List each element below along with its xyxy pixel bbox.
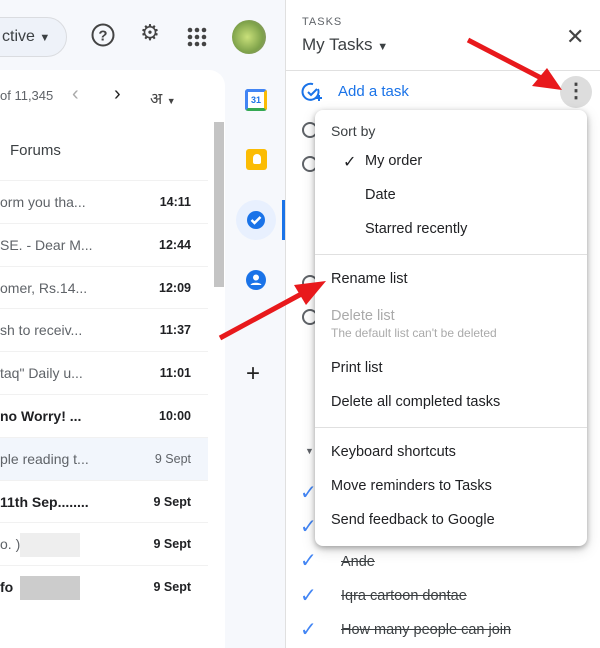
- email-row[interactable]: ple reading t... 9 Sept: [0, 436, 208, 480]
- more-options-icon[interactable]: ⋮: [560, 76, 592, 108]
- add-task-icon[interactable]: [301, 81, 323, 108]
- email-time: 9 Sept: [153, 537, 191, 552]
- sort-by-label: Sort by: [331, 123, 376, 139]
- completed-task[interactable]: Ande: [341, 554, 375, 570]
- email-snippet: orm you tha...: [0, 194, 86, 210]
- email-time: 14:11: [159, 195, 191, 209]
- email-snippet: o. ): [0, 536, 21, 553]
- help-icon[interactable]: ?: [88, 22, 118, 54]
- calendar-icon[interactable]: 31: [245, 89, 267, 111]
- caret-down-icon: ▼: [166, 96, 176, 106]
- caret-down-icon: ▼: [377, 41, 389, 53]
- email-row[interactable]: o. ) 9 Sept: [0, 522, 208, 565]
- email-time: 9 Sept: [153, 580, 191, 595]
- profile-avatar[interactable]: [232, 20, 266, 54]
- email-snippet: no Worry! ...: [0, 408, 82, 424]
- email-snippet: ple reading t...: [0, 450, 89, 467]
- svg-text:?: ?: [98, 28, 107, 45]
- prev-page-icon[interactable]: ‹: [72, 83, 79, 106]
- redacted-block: [20, 533, 80, 558]
- list-options-menu: Sort by ✓ My order Date Starred recently…: [315, 110, 587, 546]
- email-time: 9 Sept: [153, 494, 191, 509]
- gmail-pane: ctive ▼ ? ⚙ of 11,345 ‹ › अ ▼ Forums orm…: [0, 0, 266, 648]
- email-time: 9 Sept: [154, 451, 191, 466]
- email-time: 11:01: [159, 366, 191, 381]
- email-snippet: SE. - Dear M...: [0, 236, 93, 253]
- email-row[interactable]: omer, Rs.14... 12:09: [0, 265, 208, 309]
- email-snippet: omer, Rs.14...: [0, 279, 88, 296]
- list-selector[interactable]: My Tasks ▼: [302, 35, 388, 55]
- email-row[interactable]: fo 9 Sept: [0, 565, 208, 608]
- tasks-icon[interactable]: [236, 200, 276, 240]
- check-icon[interactable]: ✓: [300, 617, 317, 642]
- email-snippet: 11th Sep........: [0, 493, 89, 510]
- email-snippet: taq" Daily u...: [0, 365, 83, 382]
- scrollbar[interactable]: [214, 122, 224, 287]
- check-icon[interactable]: ✓: [300, 548, 317, 573]
- delete-list-note: The default list can't be deleted: [331, 326, 497, 340]
- email-time: 10:00: [159, 409, 191, 423]
- menu-item-delete-list: Delete list: [331, 308, 395, 324]
- menu-item-keyboard-shortcuts[interactable]: Keyboard shortcuts: [331, 444, 456, 460]
- menu-item-print-list[interactable]: Print list: [331, 360, 383, 376]
- settings-gear-icon[interactable]: ⚙: [135, 20, 165, 46]
- keep-icon[interactable]: [246, 149, 267, 170]
- email-row[interactable]: taq" Daily u... 11:01: [0, 351, 208, 394]
- redacted-block: [20, 576, 80, 601]
- menu-item-move-reminders[interactable]: Move reminders to Tasks: [331, 478, 492, 494]
- menu-item-rename-list[interactable]: Rename list: [331, 271, 408, 287]
- menu-item-starred-recently[interactable]: Starred recently: [365, 221, 467, 237]
- email-snippet: sh to receiv...: [0, 322, 83, 339]
- completed-task[interactable]: How many people can join: [341, 622, 511, 638]
- contacts-icon[interactable]: [246, 270, 266, 290]
- divider: [315, 254, 587, 255]
- email-time: 11:37: [159, 323, 191, 338]
- tab-forums[interactable]: Forums: [10, 142, 61, 159]
- input-tools-button[interactable]: अ ▼: [150, 87, 176, 109]
- menu-item-send-feedback[interactable]: Send feedback to Google: [331, 512, 495, 528]
- add-addon-icon[interactable]: +: [246, 360, 260, 388]
- email-row[interactable]: SE. - Dear M... 12:44: [0, 222, 208, 266]
- apps-grid-icon[interactable]: [187, 27, 207, 52]
- menu-item-date[interactable]: Date: [365, 187, 396, 203]
- menu-item-my-order[interactable]: My order: [365, 153, 422, 169]
- email-row[interactable]: sh to receiv... 11:37: [0, 308, 208, 351]
- close-icon[interactable]: ✕: [566, 24, 584, 50]
- completed-task[interactable]: Iqra cartoon dontae: [341, 588, 467, 604]
- message-count: of 11,345: [0, 88, 54, 103]
- divider: [315, 427, 587, 428]
- menu-item-delete-completed[interactable]: Delete all completed tasks: [331, 394, 500, 410]
- email-time: 12:09: [159, 280, 191, 295]
- caret-down-icon: ▼: [39, 32, 51, 44]
- email-snippet: fo: [0, 579, 14, 596]
- next-page-icon[interactable]: ›: [114, 83, 121, 106]
- add-task-button[interactable]: Add a task: [338, 83, 409, 100]
- check-icon[interactable]: ✓: [300, 583, 317, 608]
- checkmark-icon: ✓: [343, 154, 357, 171]
- tasks-heading: TASKS: [302, 16, 343, 28]
- email-row[interactable]: orm you tha... 14:11: [0, 180, 208, 223]
- divider: [286, 70, 600, 71]
- email-row[interactable]: no Worry! ... 10:00: [0, 394, 208, 437]
- email-row[interactable]: 11th Sep........ 9 Sept: [0, 479, 208, 523]
- status-chip[interactable]: ctive ▼: [0, 17, 67, 57]
- email-time: 12:44: [159, 237, 191, 252]
- completed-toggle-icon[interactable]: ▼: [305, 446, 314, 456]
